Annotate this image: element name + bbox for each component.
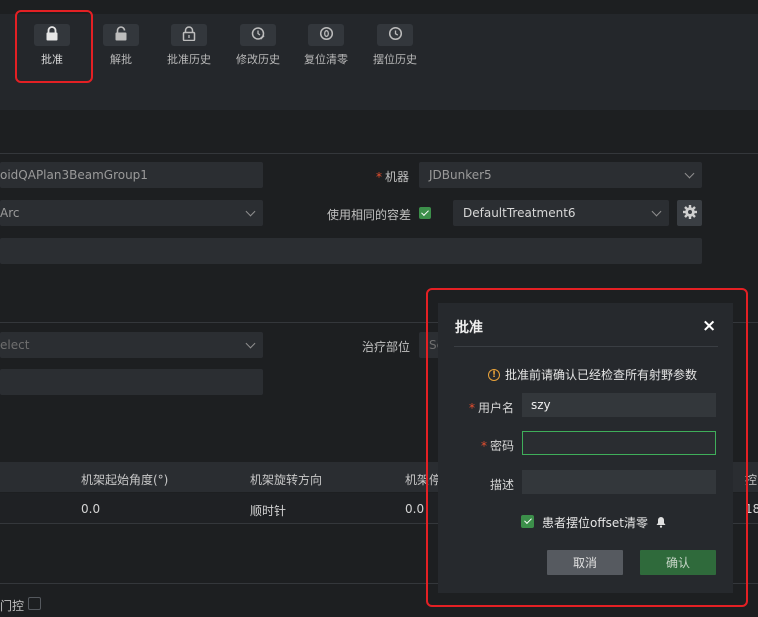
column-header: 控 bbox=[745, 473, 758, 487]
dialog-divider bbox=[454, 346, 718, 347]
table-cell: 18 bbox=[745, 502, 758, 516]
username-value: szy bbox=[531, 398, 551, 412]
gating-label: 门控 bbox=[0, 599, 25, 613]
plan-name-field[interactable]: oidQAPlan3BeamGroup1 bbox=[0, 162, 263, 188]
reset-offset-label: 患者摆位offset清零 bbox=[542, 516, 648, 530]
chevron-down-icon bbox=[245, 206, 256, 217]
reset-offset-checkbox[interactable] bbox=[521, 515, 534, 528]
site-select[interactable]: elect bbox=[0, 332, 263, 358]
gating-checkbox[interactable] bbox=[28, 597, 41, 610]
machine-label: * 机器 bbox=[376, 170, 410, 184]
chevron-down-icon bbox=[245, 338, 256, 349]
section-divider bbox=[0, 153, 758, 154]
chevron-down-icon bbox=[684, 168, 695, 179]
edit-history-label: 修改历史 bbox=[236, 53, 280, 66]
column-header: 机架停 bbox=[405, 473, 442, 487]
reset-zero-icon bbox=[319, 26, 334, 44]
warning-message: ! 批准前请确认已经检查所有射野参数 bbox=[488, 366, 697, 383]
table-cell: 顺时针 bbox=[250, 504, 287, 518]
clock-icon bbox=[388, 26, 403, 44]
lock-history-icon bbox=[182, 26, 196, 44]
edit-history-button[interactable]: 修改历史 bbox=[229, 24, 287, 74]
machine-value: JDBunker5 bbox=[429, 168, 492, 182]
description-field[interactable] bbox=[522, 470, 716, 494]
column-header: 机架旋转方向 bbox=[250, 473, 323, 487]
same-tolerance-label: 使用相同的容差 bbox=[327, 208, 412, 222]
password-label: * 密码 bbox=[481, 439, 515, 453]
table-cell: 0.0 bbox=[405, 502, 425, 516]
warning-icon: ! bbox=[488, 368, 500, 381]
unapprove-label: 解批 bbox=[110, 53, 132, 66]
notes-field[interactable] bbox=[0, 369, 263, 395]
technique-value: Arc bbox=[0, 206, 20, 220]
machine-select[interactable]: JDBunker5 bbox=[419, 162, 702, 188]
site-select-placeholder: elect bbox=[0, 338, 30, 352]
treatment-site-label: 治疗部位 bbox=[362, 340, 411, 354]
description-label: 描述 bbox=[490, 478, 515, 492]
approval-history-label: 批准历史 bbox=[167, 53, 211, 66]
comment-field[interactable] bbox=[0, 238, 702, 264]
edit-history-icon bbox=[251, 26, 266, 44]
dialog-title: 批准 bbox=[455, 320, 483, 336]
reset-zero-button[interactable]: 复位清零 bbox=[297, 24, 355, 74]
approval-history-button[interactable]: 批准历史 bbox=[160, 24, 218, 74]
toolbar: 批准 解批 批准历史 修改历史 复位清零 摆位历史 bbox=[0, 14, 758, 110]
unapprove-button[interactable]: 解批 bbox=[92, 24, 150, 74]
cancel-button[interactable]: 取消 bbox=[547, 550, 623, 575]
table-cell: 0.0 bbox=[81, 502, 101, 516]
chevron-down-icon bbox=[651, 206, 662, 217]
reset-zero-label: 复位清零 bbox=[304, 53, 348, 66]
lock-icon bbox=[45, 26, 59, 44]
close-icon[interactable]: × bbox=[702, 316, 716, 336]
username-field[interactable]: szy bbox=[522, 393, 716, 417]
username-label: * 用户名 bbox=[469, 401, 515, 415]
plan-name-value: oidQAPlan3BeamGroup1 bbox=[0, 168, 148, 182]
setup-history-label: 摆位历史 bbox=[373, 53, 417, 66]
approve-button[interactable]: 批准 bbox=[23, 24, 81, 74]
warning-text: 批准前请确认已经检查所有射野参数 bbox=[505, 368, 698, 382]
confirm-button[interactable]: 确认 bbox=[640, 550, 716, 575]
approve-label: 批准 bbox=[41, 53, 63, 66]
bell-icon bbox=[656, 516, 666, 531]
gear-icon bbox=[682, 204, 698, 223]
column-header: 机架起始角度(°) bbox=[81, 473, 169, 487]
unlock-icon bbox=[114, 26, 129, 44]
tolerance-select[interactable]: DefaultTreatment6 bbox=[453, 200, 669, 226]
password-field[interactable] bbox=[522, 431, 716, 455]
setup-history-button[interactable]: 摆位历史 bbox=[366, 24, 424, 74]
tolerance-settings-button[interactable] bbox=[677, 200, 702, 226]
tolerance-value: DefaultTreatment6 bbox=[463, 206, 576, 220]
technique-select[interactable]: Arc bbox=[0, 200, 263, 226]
approve-dialog: 批准 × ! 批准前请确认已经检查所有射野参数 * 用户名 szy * 密码 描述 … bbox=[438, 303, 733, 593]
same-tolerance-checkbox[interactable] bbox=[419, 207, 431, 219]
